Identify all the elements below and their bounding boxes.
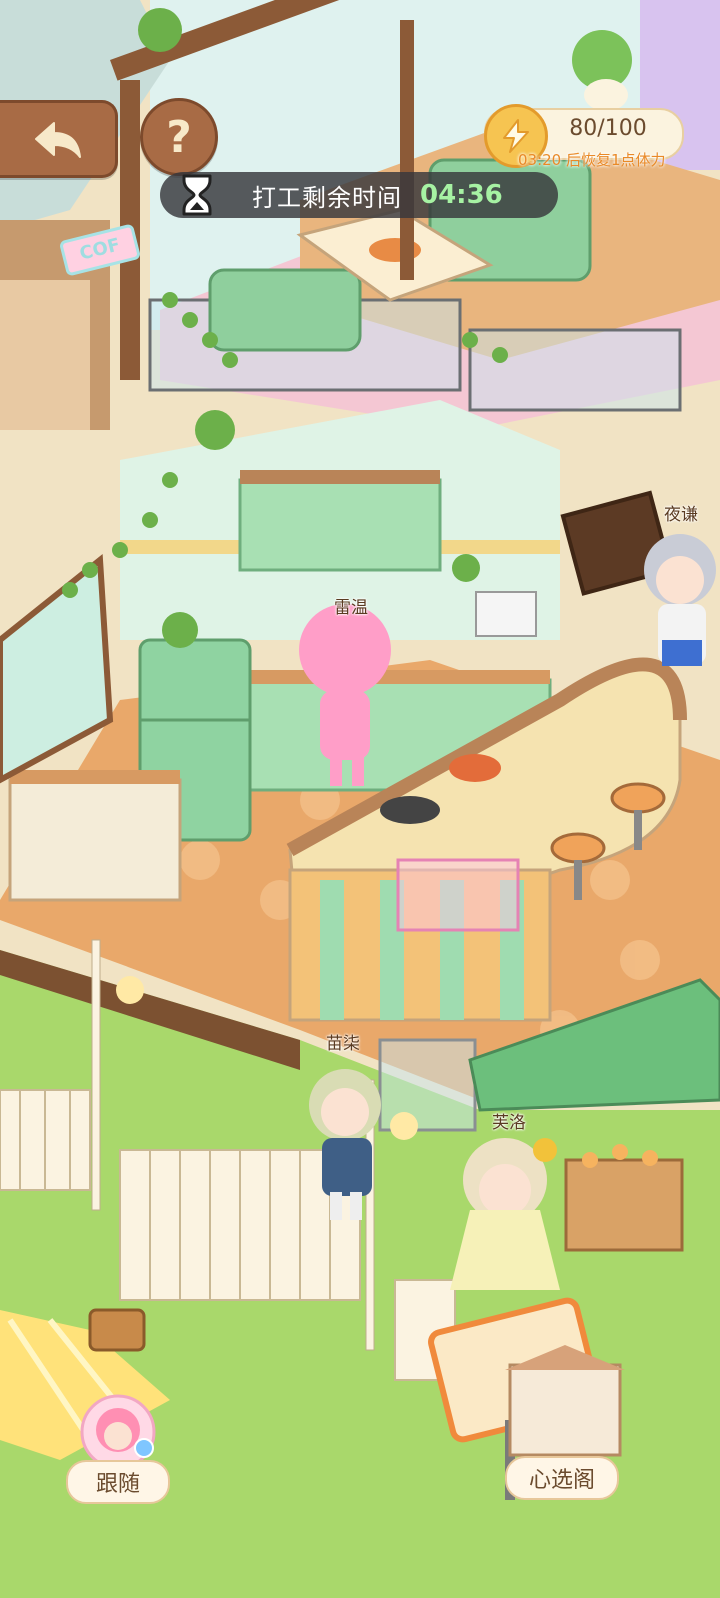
game-scene: COF [0, 0, 720, 1598]
follow-label[interactable]: 跟随 [66, 1460, 170, 1504]
potted-plant [138, 8, 182, 52]
microwave [475, 591, 537, 637]
picnic-basket [88, 1308, 146, 1352]
upper-cabinets [238, 478, 442, 572]
heart-select-button[interactable]: 心选阁 [505, 1456, 619, 1500]
back-button[interactable] [0, 100, 118, 178]
character-name-fuluo: 芙洛 [492, 1113, 526, 1133]
character-name-leiwen: 雷温 [334, 598, 368, 618]
character-name-miaoqi: 苗柒 [326, 1034, 360, 1054]
stamina-value: 80/100 [569, 116, 647, 141]
timer-value: 04:36 [420, 180, 503, 210]
character-name-yeqian: 夜谦 [664, 505, 698, 525]
avatar-icon [80, 1394, 156, 1470]
work-timer: 打工剩余时间 04:36 [160, 172, 558, 218]
hourglass-icon [182, 174, 212, 216]
stamina-recovery-note: 03:20 后恢复1点体力 [518, 151, 666, 169]
question-icon: ? [166, 111, 192, 163]
dessert-case [396, 858, 520, 932]
heart-select-building [508, 1363, 622, 1457]
bar-stool [550, 832, 606, 864]
flower-planter [564, 1158, 684, 1252]
timer-label: 打工剩余时间 [252, 183, 402, 212]
back-arrow-icon [34, 122, 81, 158]
street-lamp [91, 939, 101, 1211]
left-counter [8, 778, 182, 902]
help-button[interactable]: ? [140, 98, 218, 176]
